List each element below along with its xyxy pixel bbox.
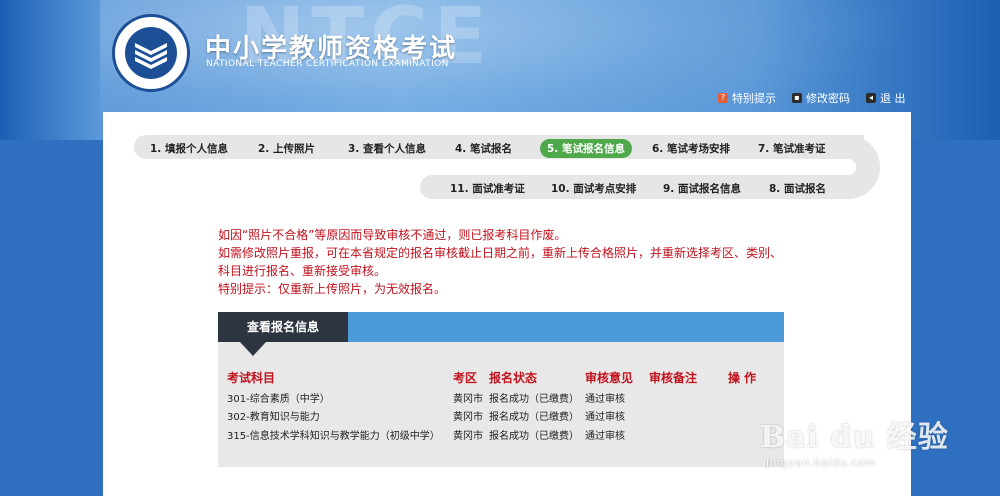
site-subtitle: NATIONAL TEACHER CERTIFICATION EXAMINATI… [206,59,449,69]
book-stack-icon [125,27,177,79]
row-3-review: 通过审核 [585,431,625,442]
step-5-active[interactable]: 5. 笔试报名信息 [540,139,632,158]
info-tab-title: 查看报名信息 [218,312,348,342]
col-header-subject: 考试科目 [227,371,276,385]
step-9[interactable]: 9. 面试报名信息 [663,181,741,196]
notice-line-2: 如需修改照片重报，可在本省规定的报名审核截止日期之前，重新上传合格照片，并重新选… [218,246,783,278]
step-7[interactable]: 7. 笔试准考证 [758,141,825,156]
row-1-subject: 301-综合素质（中学） [227,394,330,405]
row-1-status: 报名成功（已缴费） [489,394,579,405]
row-3-subject: 315-信息技术学科知识与教学能力（初级中学） [227,431,440,442]
step-1[interactable]: 1. 填报个人信息 [150,141,228,156]
key-icon: ▪ [792,93,802,103]
row-2-review: 通过审核 [585,412,625,423]
row-2-subject: 302-教育知识与能力 [227,412,320,423]
row-3-area: 黄冈市 [453,431,483,442]
special-tips-label: 特别提示 [732,92,776,105]
info-tab-notch [240,342,266,356]
col-header-area: 考区 [453,371,478,385]
baidu-watermark: Bai du 经验 jingyan.baidu.com [760,390,949,469]
col-header-status: 报名状态 [489,371,538,385]
watermark-sub: jingyan.baidu.com [766,456,877,469]
col-header-note: 审核备注 [649,371,698,385]
row-1-area: 黄冈市 [453,394,483,405]
change-password-label: 修改密码 [806,92,850,105]
row-2-area: 黄冈市 [453,412,483,423]
change-password-link[interactable]: ▪ 修改密码 [792,90,850,106]
col-header-action: 操 作 [728,371,757,385]
special-tips-link[interactable]: ? 特别提示 [718,90,776,106]
logout-link[interactable]: ◂ 退 出 [866,90,906,106]
help-icon: ? [718,93,728,103]
watermark-main: Bai du 经验 [760,420,949,455]
logout-label: 退 出 [880,92,906,105]
row-3-status: 报名成功（已缴费） [489,431,579,442]
top-links: ? 特别提示 ▪ 修改密码 ◂ 退 出 [718,90,906,106]
row-1-review: 通过审核 [585,394,625,405]
step-10[interactable]: 10. 面试考点安排 [551,181,636,196]
notice-block: 如因“照片不合格”等原因而导致审核不通过，则已报考科目作废。 如需修改照片重报，… [218,226,788,298]
col-header-review: 审核意见 [585,371,634,385]
step-11[interactable]: 11. 面试准考证 [450,181,525,196]
exit-icon: ◂ [866,93,876,103]
step-6[interactable]: 6. 笔试考场安排 [652,141,730,156]
notice-line-1: 如因“照片不合格”等原因而导致审核不通过，则已报考科目作废。 [218,228,567,242]
step-3[interactable]: 3. 查看个人信息 [348,141,426,156]
row-2-status: 报名成功（已缴费） [489,412,579,423]
step-4[interactable]: 4. 笔试报名 [455,141,512,156]
step-2[interactable]: 2. 上传照片 [258,141,315,156]
notice-line-3: 特别提示：仅重新上传照片，为无效报名。 [218,282,447,296]
step-8[interactable]: 8. 面试报名 [769,181,826,196]
ntce-logo [112,14,190,92]
